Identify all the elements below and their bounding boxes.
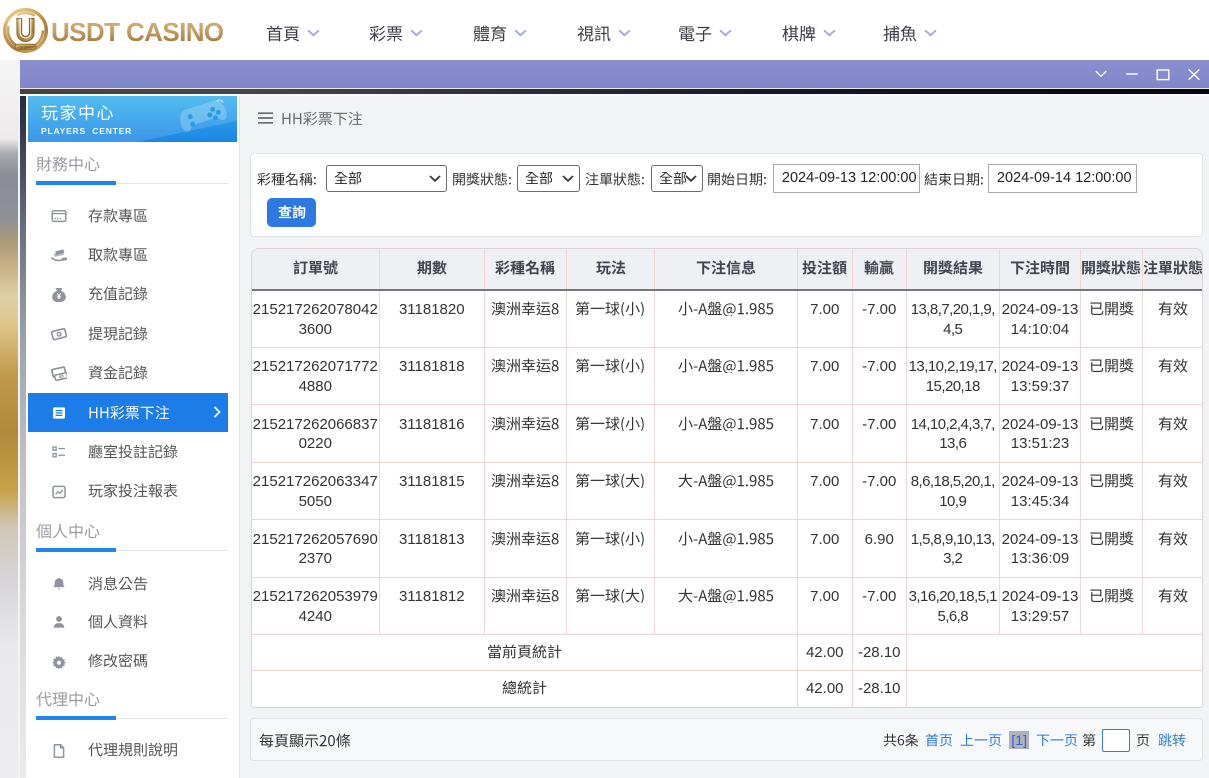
svg-text:CASINO: CASINO bbox=[18, 45, 33, 49]
svg-text:¥: ¥ bbox=[57, 291, 62, 301]
